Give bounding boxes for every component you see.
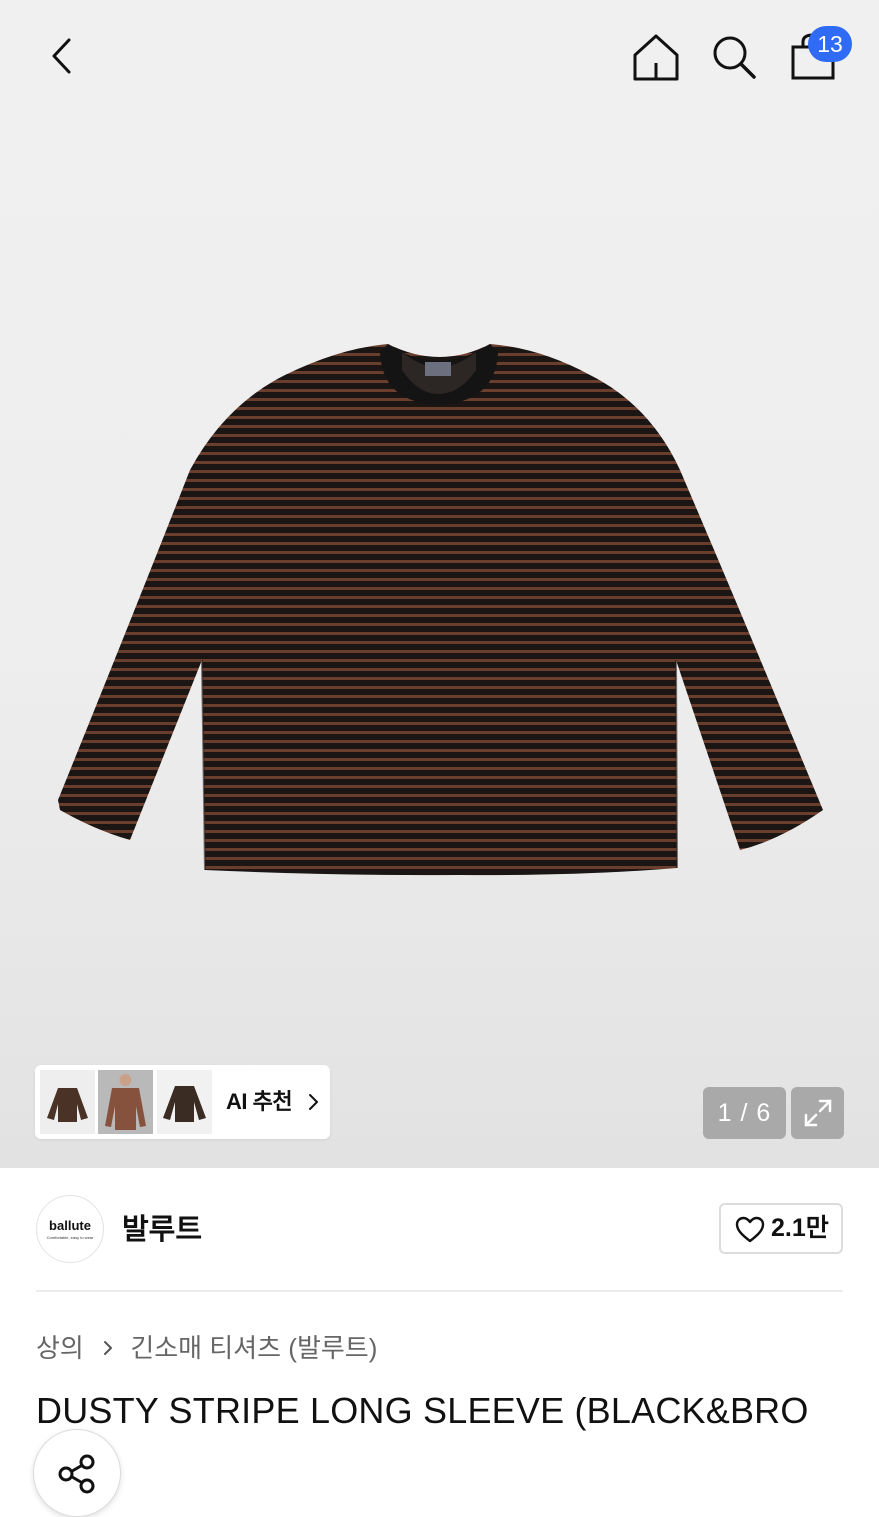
ai-recommend-card[interactable]: AI 추천 xyxy=(35,1065,330,1139)
back-button[interactable] xyxy=(36,30,88,82)
product-title: DUSTY STRIPE LONG SLEEVE (BLACK&BRO xyxy=(36,1390,809,1431)
search-icon xyxy=(713,36,756,79)
share-button[interactable] xyxy=(33,1429,121,1517)
share-icon xyxy=(58,1454,95,1494)
brand-logo[interactable]: ballute Comfortable, easy to wear xyxy=(36,1195,104,1263)
breadcrumb: 상의 긴소매 티셔츠 (발루트) xyxy=(36,1326,377,1366)
home-button[interactable] xyxy=(630,32,682,84)
expand-icon xyxy=(804,1099,832,1127)
product-image[interactable] xyxy=(40,330,840,890)
section-divider xyxy=(36,1290,843,1292)
brand-section: ballute Comfortable, easy to wear 발루트 2.… xyxy=(0,1168,879,1290)
like-count: 2.1만 xyxy=(771,1214,829,1242)
brand-name-link[interactable]: 발루트 xyxy=(122,1206,202,1248)
breadcrumb-item-category[interactable]: 상의 xyxy=(36,1333,84,1363)
heart-icon xyxy=(735,1216,765,1243)
product-gallery[interactable]: 13 AI 추천 1 / 6 xyxy=(0,0,879,1168)
brand-logo-text: ballute xyxy=(49,1218,91,1233)
search-button[interactable] xyxy=(708,32,760,84)
chevron-left-icon xyxy=(52,38,71,74)
image-pager: 1 / 6 xyxy=(703,1087,786,1139)
like-button[interactable]: 2.1만 xyxy=(719,1203,843,1254)
ai-recommend-label: AI 추천 xyxy=(226,1089,293,1114)
chevron-right-icon xyxy=(309,1094,318,1110)
recommend-thumbnail[interactable] xyxy=(40,1070,95,1134)
home-icon xyxy=(633,34,679,81)
chevron-right-icon xyxy=(104,1341,113,1356)
recommend-thumbnail[interactable] xyxy=(98,1070,153,1134)
brand-logo-tagline: Comfortable, easy to wear xyxy=(46,1235,94,1240)
cart-count-badge: 13 xyxy=(808,26,852,62)
recommend-thumbnail[interactable] xyxy=(157,1070,212,1134)
breadcrumb-item-subcategory[interactable]: 긴소매 티셔츠 (발루트) xyxy=(130,1333,377,1363)
expand-button[interactable] xyxy=(791,1087,844,1139)
